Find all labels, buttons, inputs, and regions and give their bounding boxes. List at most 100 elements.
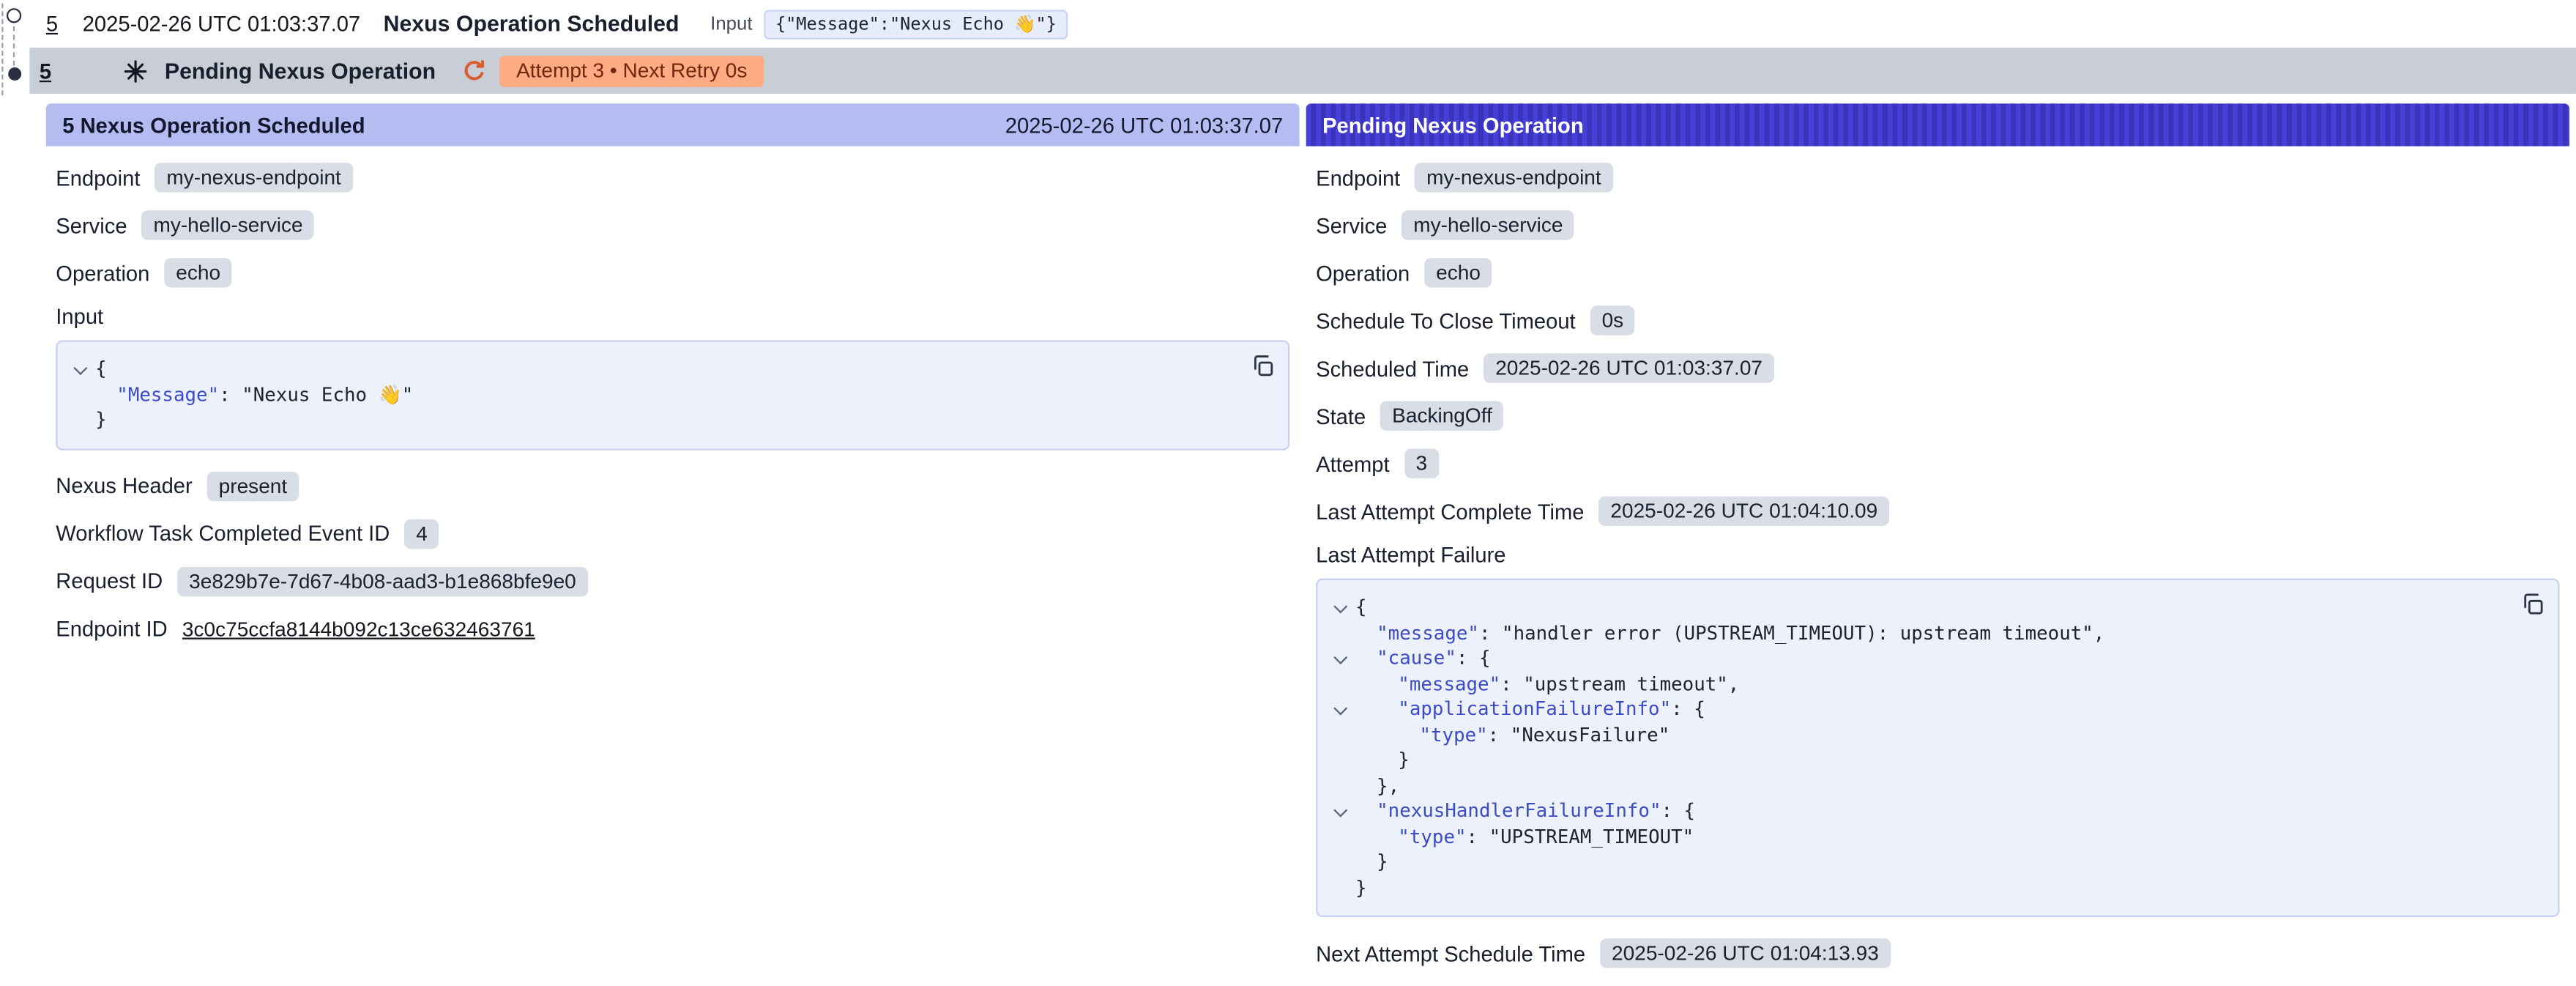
field-value-badge: echo xyxy=(165,258,232,287)
code-text: { xyxy=(95,357,107,382)
retry-circular-arrow-icon xyxy=(462,59,487,84)
circle-outline-icon xyxy=(7,8,21,23)
input-json-viewer: {"Message": "Nexus Echo 👋"} xyxy=(56,340,1289,449)
code-line: "Message": "Nexus Echo 👋" xyxy=(64,382,1243,408)
next-attempt-schedule-row: Next Attempt Schedule Time 2025-02-26 UT… xyxy=(1316,937,2559,970)
field-row: Schedule To Close Timeout 0s xyxy=(1316,304,2559,337)
chevron-down-icon[interactable] xyxy=(1333,650,1347,664)
field-row: Endpoint ID3c0c75ccfa8144b092c13ce632463… xyxy=(56,612,1289,645)
scheduled-panel-header: 5 Nexus Operation Scheduled 2025-02-26 U… xyxy=(46,103,1300,146)
chevron-down-icon[interactable] xyxy=(1333,701,1347,715)
field-row: Operationecho xyxy=(56,256,1289,289)
field-value-badge: my-hello-service xyxy=(142,210,315,240)
field-row: Endpoint my-nexus-endpoint xyxy=(1316,161,2559,194)
field-label: Attempt xyxy=(1316,451,1390,476)
last-attempt-failure-label: Last Attempt Failure xyxy=(1316,542,2559,567)
code-gutter xyxy=(1324,595,1355,611)
field-row: StateBackingOff xyxy=(1316,399,2559,432)
input-label: Input xyxy=(710,14,752,34)
code-line: } xyxy=(1324,748,2512,774)
event-title: Nexus Operation Scheduled xyxy=(384,12,680,37)
code-text: { xyxy=(1355,595,1367,620)
code-text: "cause": { xyxy=(1355,646,1491,672)
pending-panel-title: Pending Nexus Operation xyxy=(1322,113,1584,138)
code-text: "nexusHandlerFailureInfo": { xyxy=(1355,798,1695,824)
event-id-link[interactable]: 5 xyxy=(40,59,51,84)
code-text: "type": "NexusFailure" xyxy=(1355,722,1669,748)
field-row: Last Attempt Complete Time 2025-02-26 UTC… xyxy=(1316,494,2559,527)
code-line: "type": "NexusFailure" xyxy=(1324,722,2512,748)
field-label: Workflow Task Completed Event ID xyxy=(56,521,390,546)
field-label: Operation xyxy=(1316,261,1410,286)
pending-panel-header: Pending Nexus Operation xyxy=(1306,103,2569,146)
field-row: Request ID3e829b7e-7d67-4b08-aad3-b1e868… xyxy=(56,565,1289,598)
event-detail-panels: 5 Nexus Operation Scheduled 2025-02-26 U… xyxy=(46,103,2569,986)
pending-fields: Endpoint my-nexus-endpoint Servicemy-hello… xyxy=(1316,161,2559,527)
code-text: } xyxy=(1355,875,1367,901)
code-text: "message": "upstream timeout", xyxy=(1355,672,1739,697)
scheduled-fields-bottom: Nexus Headerpresent Workflow Task Complet… xyxy=(56,470,1289,645)
field-row: Endpointmy-nexus-endpoint xyxy=(56,161,1289,194)
field-value-badge: 2025-02-26 UTC 01:04:13.93 xyxy=(1600,938,1890,968)
field-row: Attempt 3 xyxy=(1316,447,2559,480)
copy-icon[interactable] xyxy=(2518,590,2546,618)
chevron-down-icon[interactable] xyxy=(1333,599,1347,613)
failure-json-viewer: {"message": "handler error (UPSTREAM_TIM… xyxy=(1316,579,2559,917)
code-text: "type": "UPSTREAM_TIMEOUT" xyxy=(1355,824,1694,850)
code-text: "message": "handler error (UPSTREAM_TIME… xyxy=(1355,620,2104,646)
code-line: }, xyxy=(1324,774,2512,799)
chevron-down-icon[interactable] xyxy=(72,361,86,375)
code-text: } xyxy=(1355,748,1410,774)
field-row: Scheduled Time 2025-02-26 UTC 01:03:37.07 xyxy=(1316,352,2559,385)
scheduled-panel-timestamp: 2025-02-26 UTC 01:03:37.07 xyxy=(1005,113,1283,138)
scheduled-panel-title: 5 Nexus Operation Scheduled xyxy=(62,113,365,138)
code-line: "type": "UPSTREAM_TIMEOUT" xyxy=(1324,824,2512,850)
field-row: Servicemy-hello-service xyxy=(56,209,1289,242)
input-section-label: Input xyxy=(56,304,1289,329)
field-value-badge: 2025-02-26 UTC 01:04:10.09 xyxy=(1599,497,1889,526)
event-timeline-rail xyxy=(0,0,36,102)
field-label: Schedule To Close Timeout xyxy=(1316,308,1576,333)
field-row: Nexus Headerpresent xyxy=(56,470,1289,503)
field-value-badge: 0s xyxy=(1590,305,1635,335)
scheduled-event-panel: 5 Nexus Operation Scheduled 2025-02-26 U… xyxy=(46,103,1300,670)
field-value-badge: 2025-02-26 UTC 01:03:37.07 xyxy=(1484,353,1773,382)
code-gutter xyxy=(1324,697,1355,713)
field-value-badge: my-nexus-endpoint xyxy=(1415,163,1612,192)
pending-operation-title: Pending Nexus Operation xyxy=(165,59,436,84)
timeline-connector-line xyxy=(13,26,15,66)
code-gutter xyxy=(1324,798,1355,815)
copy-icon[interactable] xyxy=(1248,352,1276,379)
field-label: Nexus Header xyxy=(56,473,192,498)
code-line: "message": "handler error (UPSTREAM_TIME… xyxy=(1324,620,2512,646)
field-value-badge: 3 xyxy=(1404,449,1439,478)
field-label: Next Attempt Schedule Time xyxy=(1316,941,1585,965)
field-row: Operationecho xyxy=(1316,256,2559,289)
scheduled-fields-top: Endpointmy-nexus-endpoint Servicemy-hello… xyxy=(56,161,1289,289)
asterisk-icon xyxy=(124,59,149,84)
code-line: "nexusHandlerFailureInfo": { xyxy=(1324,798,2512,824)
history-row-pending[interactable]: 5 Pending Nexus Operation Attempt 3 • Ne… xyxy=(29,48,2576,94)
field-label: Last Attempt Complete Time xyxy=(1316,499,1584,524)
field-value-link[interactable]: 3c0c75ccfa8144b092c13ce632463761 xyxy=(182,617,535,640)
field-label: Scheduled Time xyxy=(1316,356,1469,381)
code-text: "applicationFailureInfo": { xyxy=(1355,697,1705,722)
event-id-link[interactable]: 5 xyxy=(46,12,58,37)
chevron-down-icon[interactable] xyxy=(1333,804,1347,818)
pending-operation-panel: Pending Nexus Operation Endpoint my-nexus… xyxy=(1306,103,2569,986)
code-line: "applicationFailureInfo": { xyxy=(1324,697,2512,722)
event-timestamp: 2025-02-26 UTC 01:03:37.07 xyxy=(83,12,360,37)
field-label: Service xyxy=(1316,213,1387,238)
code-text: "Message": "Nexus Echo 👋" xyxy=(95,382,413,408)
code-line: } xyxy=(1324,850,2512,875)
history-row-scheduled[interactable]: 5 2025-02-26 UTC 01:03:37.07 Nexus Opera… xyxy=(0,0,2576,48)
code-line: "message": "upstream timeout", xyxy=(1324,672,2512,697)
field-value-badge: 3e829b7e-7d67-4b08-aad3-b1e868bfe9e0 xyxy=(177,566,587,596)
code-line: } xyxy=(1324,875,2512,901)
dot-icon xyxy=(8,67,21,81)
field-label: Endpoint xyxy=(56,165,140,190)
field-row: Workflow Task Completed Event ID4 xyxy=(56,517,1289,550)
field-label: Endpoint xyxy=(1316,165,1400,190)
field-row: Servicemy-hello-service xyxy=(1316,209,2559,242)
code-line: { xyxy=(64,357,1243,382)
